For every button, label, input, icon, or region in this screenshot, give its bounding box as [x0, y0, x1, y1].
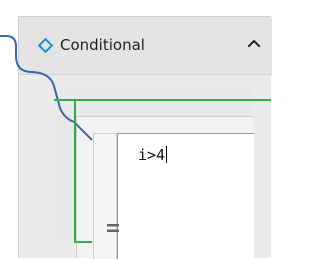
activity-header[interactable]: Conditional: [19, 17, 272, 75]
condition-expression-input[interactable]: i>4: [117, 133, 254, 259]
equals-icon[interactable]: [106, 222, 120, 234]
text-caret: [166, 146, 168, 163]
diamond-icon: [37, 37, 54, 54]
expression-gutter: [93, 133, 117, 259]
chevron-up-icon[interactable]: [245, 35, 263, 53]
expression-text[interactable]: i>4: [138, 146, 165, 164]
workflow-canvas: Conditional i>4: [0, 0, 272, 259]
activity-title: Conditional: [60, 36, 145, 54]
condition-expression-container: i>4: [76, 116, 254, 259]
